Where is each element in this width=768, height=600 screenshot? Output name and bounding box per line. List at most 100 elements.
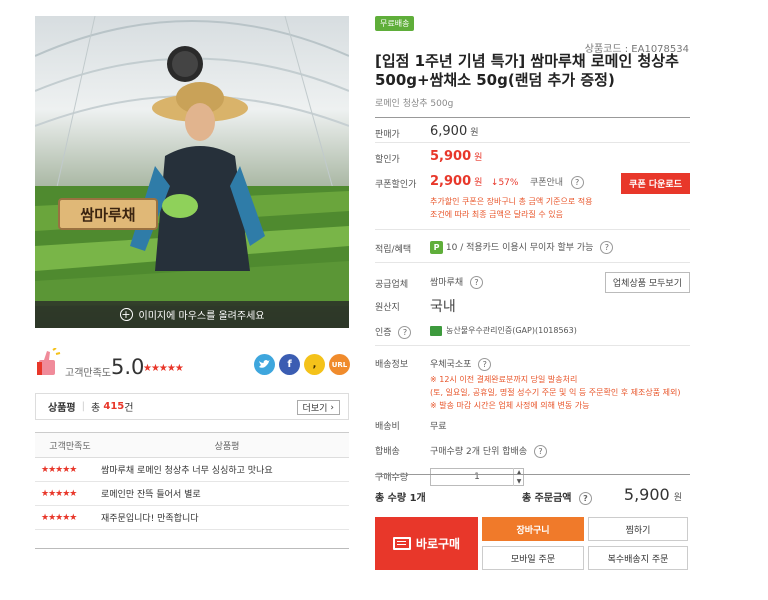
twitter-share-icon[interactable] — [254, 354, 275, 375]
add-to-cart-button[interactable]: 장바구니 — [482, 517, 584, 541]
row-sale-price: 판매가 6,900 원 — [375, 118, 690, 143]
help-icon[interactable]: ? — [578, 491, 592, 505]
col-score: 고객만족도 — [49, 441, 91, 452]
points-label: 적립/혜택 — [375, 245, 412, 255]
coupon-note: 조건에 따라 최종 금액은 달라질 수 있음 — [430, 210, 564, 219]
row-points: 적립/혜택 P 10 / 적용카드 이용시 무이자 할부 가능 ? — [375, 230, 690, 263]
row-origin: 원산지 국내 — [375, 291, 690, 316]
review-title: 상품평 — [48, 403, 76, 414]
row-stars: ★★★★★ — [41, 464, 77, 475]
coupon-price-label: 쿠폰할인가 — [375, 180, 417, 190]
image-hover-hint: + 이미지에 마우스를 올려주세요 — [35, 301, 349, 328]
free-shipping-badge: 무료배송 — [375, 16, 415, 31]
row-seller: 공급업체 쌈마루채 ? 업체상품 모두보기 — [375, 263, 690, 293]
help-icon[interactable]: ? — [478, 358, 492, 371]
shipping-method: 우체국소포 — [430, 360, 472, 370]
table-row[interactable]: ★★★★★ 재주문입니다! 만족합니다 — [35, 506, 349, 530]
row-bundle: 합배송 구매수량 2개 단위 합배송 ? — [375, 437, 690, 462]
review-table: 고객만족도 상품평 ★★★★★ 쌈마루채 로메인 청상추 너무 싱싱하고 맛나요… — [35, 432, 349, 549]
total-quantity: 총 수량 1개 — [375, 493, 426, 504]
gap-cert-icon — [430, 325, 442, 336]
sale-price-value: 6,900 — [430, 124, 468, 139]
photo-caption-text: 이미지에 마우스를 올려주세요 — [138, 311, 265, 322]
row-text[interactable]: 재주문입니다! 만족합니다 — [101, 511, 349, 524]
help-icon[interactable]: ? — [533, 445, 547, 458]
rating-row: 고객만족도 5.0 ★★★★★ f , URL — [35, 348, 350, 384]
total-amount-label-wrap: 총 주문금액 ? — [522, 489, 592, 505]
coupon-note: 추가할인 쿠폰은 장바구니 총 금액 기준으로 적용 — [430, 197, 593, 206]
seller-label: 공급업체 — [375, 280, 409, 290]
review-table-header: 고객만족도 상품평 — [35, 433, 349, 458]
row-certification: 인증 ? 농산물우수관리인증(GAP)(1018563) — [375, 316, 690, 346]
more-label: 더보기 — [302, 404, 328, 414]
total-amount-label: 총 주문금액 — [522, 493, 572, 504]
thumbs-up-icon — [37, 348, 61, 375]
card-icon — [392, 537, 411, 550]
product-image[interactable]: 쌈마루채 + 이미지에 마우스를 올려주세요 — [35, 16, 349, 328]
points-value: 10 — [445, 243, 458, 253]
url-copy-icon[interactable]: URL — [329, 354, 350, 375]
product-title: [입점 1주년 기념 특가] 쌈마루채 로메인 청상추 500g+쌈채소 50g… — [375, 52, 679, 89]
sign-text: 쌈마루채 — [80, 206, 135, 224]
total-amount-won: 원 — [673, 493, 682, 503]
shipping-fee-label: 배송비 — [375, 422, 400, 432]
help-icon[interactable]: ? — [600, 241, 614, 254]
coupon-info-link[interactable]: 쿠폰안내 — [530, 178, 563, 188]
table-spacer — [35, 530, 349, 548]
row-discount-price: 할인가 5,900 원 — [375, 143, 690, 168]
review-count: 415 — [103, 401, 125, 412]
row-coupon-price: 쿠폰할인가 2,900 원 ↓57% 쿠폰안내 ? 쿠폰 다운로드 추가할인 쿠폰… — [375, 168, 690, 230]
help-icon[interactable]: ? — [570, 175, 584, 189]
col-review: 상품평 — [214, 441, 240, 452]
table-row[interactable]: ★★★★★ 로메인만 잔뜩 들어서 별로 — [35, 482, 349, 506]
buy-now-button[interactable]: 바로구매 — [375, 517, 478, 570]
shipping-fee-value: 무료 — [430, 422, 447, 432]
card-benefit: / 적용카드 이용시 무이자 할부 가능 — [460, 243, 594, 253]
discount-price-label: 할인가 — [375, 155, 400, 165]
row-text[interactable]: 쌈마루채 로메인 청상추 너무 싱싱하고 맛나요 — [101, 463, 349, 476]
row-stars: ★★★★★ — [41, 512, 77, 523]
table-bottom-border — [35, 548, 349, 549]
coupon-download-button[interactable]: 쿠폰 다운로드 — [621, 173, 690, 194]
row-text[interactable]: 로메인만 잔뜩 들어서 별로 — [101, 487, 349, 500]
seller-name[interactable]: 쌈마루채 — [430, 278, 463, 288]
satisfaction-score: 5.0 — [111, 355, 145, 379]
coupon-price-won: 원 — [474, 178, 483, 188]
more-reviews-button[interactable]: 더보기 › — [296, 400, 340, 415]
origin-value: 국내 — [430, 299, 456, 315]
cert-label-wrap: 인증 ? — [375, 325, 412, 339]
plus-icon: + — [119, 308, 133, 321]
bundle-label: 합배송 — [375, 447, 400, 457]
origin-label: 원산지 — [375, 303, 400, 313]
table-row[interactable]: ★★★★★ 쌈마루채 로메인 청상추 너무 싱싱하고 맛나요 — [35, 458, 349, 482]
shipping-label: 배송정보 — [375, 360, 409, 370]
order-total: 총 수량 1개 총 주문금액 ? 5,900 원 — [375, 474, 690, 508]
row-shipping: 배송정보 우체국소포 ? ※ 12시 이전 결제완료분까지 당일 발송처리 (토… — [375, 346, 690, 412]
discount-price-won: 원 — [474, 153, 483, 163]
buy-now-label: 바로구매 — [415, 537, 461, 551]
total-amount-value: 5,900 — [623, 485, 670, 504]
facebook-share-icon[interactable]: f — [279, 354, 300, 375]
coupon-price-value: 2,900 — [430, 174, 472, 189]
kakaostory-share-icon[interactable]: , — [304, 354, 325, 375]
seller-products-button[interactable]: 업체상품 모두보기 — [604, 272, 690, 293]
help-icon[interactable]: ? — [398, 326, 412, 339]
shipping-note: ※ 발송 마감 시간은 업체 사정에 의해 변동 가능 — [430, 401, 590, 410]
discount-percent: ↓57% — [490, 178, 519, 188]
review-total-prefix: 총 — [90, 403, 101, 414]
help-icon[interactable]: ? — [470, 276, 483, 289]
row-shipping-fee: 배송비 무료 — [375, 412, 690, 437]
chevron-right-icon: › — [330, 402, 334, 413]
review-summary: 상품평 | 총 415 건 더보기 › — [35, 393, 349, 420]
row-stars: ★★★★★ — [41, 488, 77, 499]
multi-address-order-button[interactable]: 복수배송지 주문 — [588, 546, 688, 570]
product-info-table: 판매가 6,900 원 할인가 5,900 원 쿠폰할인가 2,900 원 ↓57% … — [375, 117, 690, 492]
product-subtitle: 로메인 청상추 500g — [375, 99, 454, 109]
mobile-order-button[interactable]: 모바일 주문 — [482, 546, 584, 570]
satisfaction-stars: ★★★★★ — [143, 363, 184, 374]
greenhouse-illustration: 쌈마루채 — [35, 16, 349, 306]
review-count-unit: 건 — [124, 403, 134, 414]
shipping-note: ※ 12시 이전 결제완료분까지 당일 발송처리 — [430, 375, 578, 384]
wishlist-button[interactable]: 찜하기 — [588, 517, 688, 541]
cert-value: 농산물우수관리인증(GAP)(1018563) — [446, 326, 577, 335]
